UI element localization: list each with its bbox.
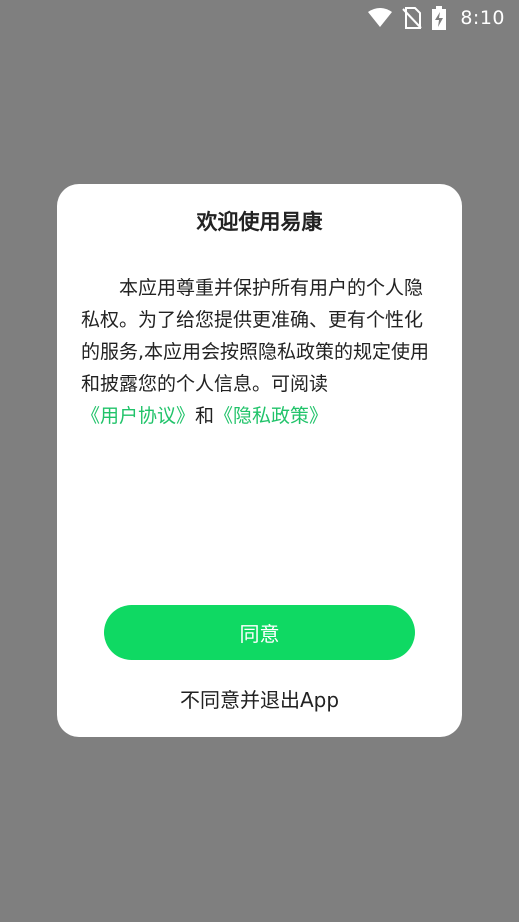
dialog-body: 本应用尊重并保护所有用户的个人隐私权。为了给您提供更准确、更有个性化的服务,本应… [81,272,441,432]
privacy-dialog: 欢迎使用易康 本应用尊重并保护所有用户的个人隐私权。为了给您提供更准确、更有个性… [57,184,462,737]
agree-button[interactable]: 同意 [104,605,415,660]
user-agreement-link[interactable]: 《用户协议》 [81,405,195,427]
dialog-title: 欢迎使用易康 [196,210,323,234]
privacy-policy-link[interactable]: 《隐私政策》 [214,405,328,427]
status-bar: 8:10 [0,0,519,36]
battery-charging-icon [432,6,447,30]
disagree-exit-button[interactable]: 不同意并退出App [57,684,462,713]
status-time: 8:10 [460,7,505,29]
wifi-icon [368,8,393,28]
no-sim-icon [402,7,423,29]
body-text: 本应用尊重并保护所有用户的个人隐私权。为了给您提供更准确、更有个性化的服务,本应… [81,277,430,395]
and-text: 和 [195,405,215,427]
